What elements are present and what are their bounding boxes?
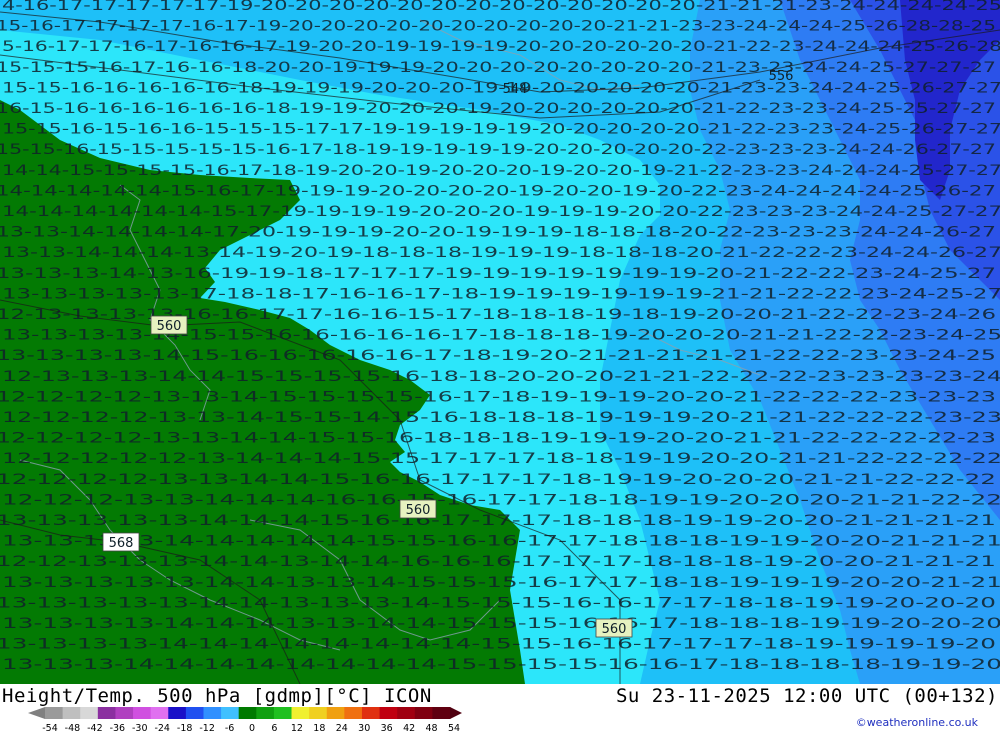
legend-tick-label: -54 [42,723,58,733]
temperature-row: 13-13-13-13-14-14-14-14-14-14-14-14-15-1… [0,637,996,653]
temperature-row: 13-13-13-13-14-15-16-16-16-16-16-17-18-1… [0,348,996,364]
temperature-row: 13-13-14-14-14-13-14-19-20-19-18-18-18-1… [2,245,1000,261]
temperature-row: 15-15-16-15-16-16-15-15-15-17-17-19-19-1… [2,122,1000,138]
legend-tick-label: -36 [110,723,126,733]
legend-swatch [414,707,433,719]
credit-link[interactable]: ©weatheronline.co.uk [856,716,978,729]
temperature-row: 12-12-12-13-13-14-14-14-16-16-15-16-17-1… [2,492,1000,508]
contour-label-text: 556 [769,69,794,84]
legend-left-arrow [28,707,45,719]
legend-swatch [256,707,275,719]
legend-right-arrow [450,707,462,719]
legend-swatch [203,707,222,719]
legend-tick-label: 42 [403,723,415,733]
contour-label-text: 560 [602,622,627,637]
temperature-row: 12-12-12-12-12-13-14-14-14-15-15-17-17-1… [2,451,1000,467]
legend-swatch [344,707,363,719]
temperature-row: 12-12-13-13-13-14-14-13-14-14-16-16-16-1… [0,554,996,570]
legend-swatch [326,707,345,719]
temperature-row: 12-12-12-12-13-13-14-15-15-14-15-16-18-1… [2,410,1000,426]
legend-tick-label: 36 [381,723,393,733]
temperature-row: 13-13-13-13-13-14-14-13-13-13-14-15-15-1… [0,595,996,611]
legend-swatch [221,707,240,719]
legend-swatch [185,707,204,719]
temperature-row: 15-16-17-17-17-17-16-17-19-20-20-20-20-2… [0,19,996,35]
temperature-row: 13-13-13-13-14-14-14-13-13-14-14-15-15-1… [2,616,1000,632]
legend-swatch [379,707,398,719]
legend-swatch [133,707,152,719]
contour-label-text: 560 [157,319,182,334]
temperature-row: 13-13-14-14-14-14-17-20-19-19-19-20-20-1… [0,225,996,241]
legend-swatch [361,707,381,719]
legend-swatch [115,707,134,719]
temperature-row: 13-13-13-13-13-17-18-18-17-16-16-17-18-1… [2,286,1000,302]
legend-swatch [45,707,64,719]
legend-swatches [28,707,462,719]
contour-label-text: 568 [109,536,134,551]
contour-label-text: 560 [406,503,431,518]
weather-map-viewer: 4-16-17-17-17-17-17-19-20-20-20-20-20-20… [0,0,1000,733]
temperature-row: 12-13-13-13-14-14-15-15-15-15-16-18-18-2… [2,369,1000,385]
contour-label: 560 [399,499,437,519]
legend-tick-label: -30 [132,723,148,733]
legend-swatch [97,707,116,719]
legend-tick-label: -42 [87,723,103,733]
legend-tick-label: 24 [336,723,348,733]
legend-swatch [291,707,310,719]
temperature-row: 14-14-14-14-14-15-16-17-19-19-19-20-20-2… [0,183,996,199]
legend-swatch [273,707,293,719]
contour-label: 556 [769,69,794,84]
legend-tick-labels: -54 -48 -42 -36 -30 -24 -18 -12 -6 0 6 12 18 24 30 36 42… [42,723,460,733]
temperature-map: 4-16-17-17-17-17-17-19-20-20-20-20-20-20… [0,0,1000,684]
temperature-row: 16-15-16-16-16-16-16-16-18-19-19-20-20-2… [0,101,996,117]
legend-swatch [432,707,451,719]
legend-swatch [80,707,99,719]
color-legend: -54 -48 -42 -36 -30 -24 -18 -12 -6 0 6 12 18 24 30 36 42… [28,707,462,733]
temperature-row: 12-12-12-12-13-13-14-14-15-16-16-17-17-1… [0,472,996,488]
contour-label-text: 544 [503,82,528,97]
contour-label: 560 [595,618,633,638]
legend-tick-label: -12 [199,723,215,733]
legend-tick-label: 54 [448,723,460,733]
temperature-row: 12-13-13-13-13-16-16-17-17-16-16-15-17-1… [0,307,996,323]
temperature-row: 13-13-13-13-14-14-14-14-14-15-15-16-16-1… [2,534,1000,550]
temperature-row: 13-13-13-13-13-14-14-14-15-16-16-17-17-1… [0,513,996,529]
legend-tick-label: -6 [225,723,234,733]
legend-tick-label: 0 [249,723,255,733]
temperature-row: 15-15-16-15-15-15-15-15-16-17-18-19-19-1… [0,142,996,158]
temperature-row: 13-13-13-14-14-14-14-14-14-14-14-15-15-1… [2,657,1000,673]
contour-label: 568 [102,532,140,552]
legend-swatch [62,707,81,719]
legend-tick-label: -18 [177,723,193,733]
temperature-row: 12-12-12-12-13-13-14-14-15-15-16-18-18-1… [0,431,996,447]
temperature-row: 13-13-13-13-13-14-14-13-13-14-15-15-15-1… [2,575,1000,591]
contour-label: 560 [150,315,188,335]
temperature-row: 13-13-13-14-13-16-19-19-18-17-17-17-19-1… [0,266,996,282]
legend-tick-label: 12 [291,723,303,733]
temperature-row: 4-16-17-17-17-17-17-19-20-20-20-20-20-20… [2,0,1000,14]
valid-time: Su 23-11-2025 12:00 UTC (00+132) [615,685,998,707]
legend-tick-label: 6 [271,723,277,733]
legend-swatch [168,707,187,719]
legend-tick-label: -48 [65,723,81,733]
legend-swatch [309,707,328,719]
temperature-row: 5-16-17-17-16-17-16-16-17-19-20-20-19-19… [2,39,1000,55]
legend-swatch [150,707,169,719]
legend-swatch [397,707,416,719]
legend-tick-label: -24 [154,723,170,733]
legend-tick-label: 18 [313,723,325,733]
legend-swatch [238,707,257,719]
temperature-row: 12-12-12-12-13-13-14-15-15-15-15-16-17-1… [0,389,996,405]
temperature-row: 14-14-15-15-15-15-16-17-18-19-20-20-19-2… [2,163,1000,179]
temperature-row: 14-14-14-14-14-14-15-17-19-19-19-19-20-2… [2,204,1000,220]
contour-label: 544 [503,82,528,97]
legend-tick-label: 30 [358,723,370,733]
legend-tick-label: 48 [426,723,438,733]
